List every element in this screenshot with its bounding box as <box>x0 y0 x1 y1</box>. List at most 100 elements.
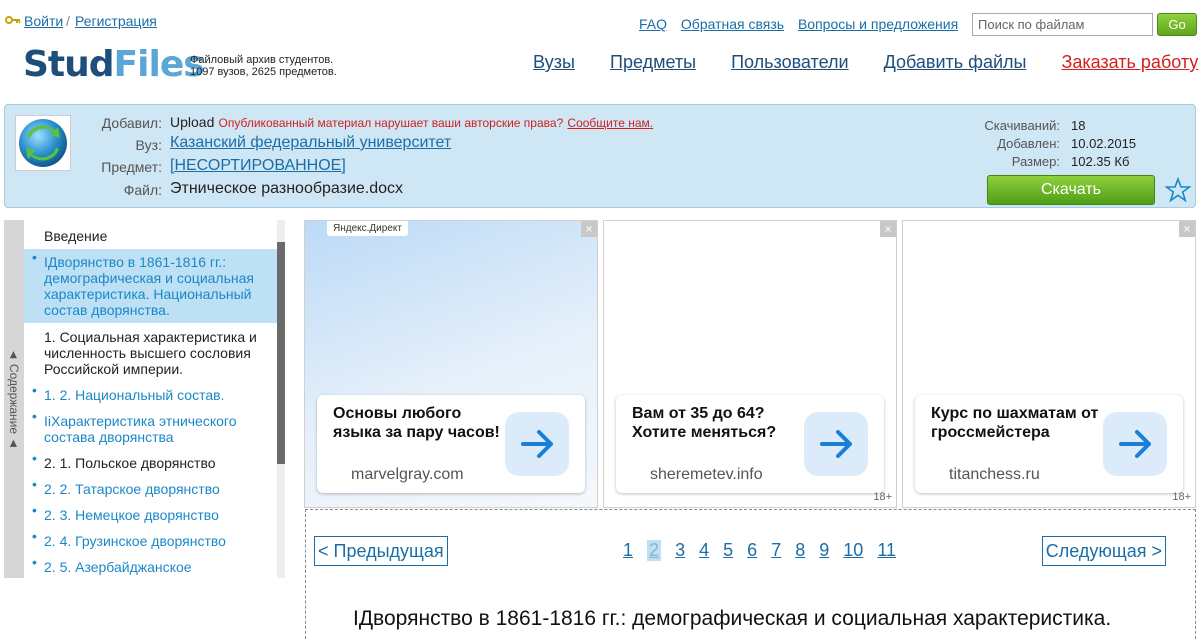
nav-add-files[interactable]: Добавить файлы <box>884 52 1027 72</box>
toc-item-label: 2. 2. Татарское дворянство <box>44 481 220 497</box>
ad-card[interactable]: Вам от 35 до 64? Хотите меняться? sherem… <box>616 395 884 493</box>
toc-bullet: • <box>32 408 37 424</box>
toc-item-label: 1. 2. Национальный состав. <box>44 387 225 403</box>
page-link[interactable]: 3 <box>675 540 685 561</box>
arrow-right-icon[interactable] <box>1103 412 1167 476</box>
main-nav: Вузы Предметы Пользователи Добавить файл… <box>533 52 1198 73</box>
copyright-report-link[interactable]: Сообщите нам. <box>567 116 653 130</box>
toc-scrollbar[interactable] <box>277 220 285 578</box>
toc-item-active[interactable]: • IДворянство в 1861-1816 гг.: демографич… <box>24 249 277 323</box>
page-link[interactable]: 1 <box>623 540 633 561</box>
close-icon[interactable]: × <box>581 221 597 237</box>
file-info-panel: Добавил: Upload Опубликованный материал … <box>4 104 1196 208</box>
toc-tab-label: ◄ Содержание ◄ <box>7 348 21 450</box>
age-rating-badge: 18+ <box>873 491 892 503</box>
toc-item[interactable]: • 2. 5. Азербайджанское <box>24 554 277 578</box>
ad-card[interactable]: Основы любого языка за пару часов! marve… <box>317 395 585 493</box>
ad-block[interactable]: Яндекс.Директ × Основы любого языка за п… <box>304 220 598 508</box>
page-link[interactable]: 7 <box>771 540 781 561</box>
tagline-line-2: 1097 вузов, 2625 предметов. <box>190 66 337 78</box>
file-name: Этническое разнообразие.docx <box>170 180 404 197</box>
tagline-line-1: Файловый архив студентов. <box>190 54 334 66</box>
toc-bullet: • <box>32 528 37 544</box>
page-link[interactable]: 4 <box>699 540 709 561</box>
page-link[interactable]: 6 <box>747 540 757 561</box>
ad-title: Курс по шахматам от гроссмейстера <box>931 405 1099 441</box>
logo-part-stud: Stud <box>23 44 115 85</box>
toc-item[interactable]: • 2. 3. Немецкое дворянство <box>24 502 277 528</box>
ad-domain: marvelgray.com <box>351 466 464 483</box>
toc-bullet: • <box>32 450 37 466</box>
pagination: 1 2 3 4 5 6 7 8 9 10 11 <box>623 540 905 561</box>
toc-item[interactable]: • 1. 2. Национальный состав. <box>24 382 277 408</box>
ad-title: Основы любого языка за пару часов! <box>333 405 500 441</box>
toc-bullet: • <box>32 476 37 492</box>
toc-item[interactable]: • 2. 2. Татарское дворянство <box>24 476 277 502</box>
table-of-contents: Введение • IДворянство в 1861-1816 гг.: д… <box>24 220 277 578</box>
toc-item-label: 2. 5. Азербайджанское <box>44 559 192 575</box>
ad-source-label: Яндекс.Директ <box>327 221 408 236</box>
nav-users[interactable]: Пользователи <box>731 52 848 72</box>
search-go-button[interactable]: Go <box>1157 13 1197 36</box>
downloads-count: 18 <box>1071 118 1086 133</box>
star-icon[interactable] <box>1165 177 1191 203</box>
uploader-row: Upload Опубликованный материал нарушает … <box>170 114 653 131</box>
toc-item-label: 2. 1. Польское дворянство <box>44 455 216 471</box>
prev-page-button[interactable]: < Предыдущая <box>314 536 448 566</box>
search-input[interactable] <box>972 13 1153 36</box>
file-size: 102.35 Кб <box>1071 154 1130 169</box>
nav-order-work[interactable]: Заказать работу <box>1061 52 1198 72</box>
toc-item-label: Введение <box>44 228 108 244</box>
toc-item-label: 2. 3. Немецкое дворянство <box>44 507 219 523</box>
close-icon[interactable]: × <box>1179 221 1195 237</box>
top-bar: Войти / Регистрация FAQ Обратная связь В… <box>0 0 1200 44</box>
page-link[interactable]: 5 <box>723 540 733 561</box>
toc-item[interactable]: 1. Социальная характеристика и численнос… <box>24 323 277 382</box>
download-button[interactable]: Скачать <box>987 175 1155 205</box>
top-links: FAQ Обратная связь Вопросы и предложения <box>639 16 968 32</box>
document-heading: IДворянство в 1861-1816 гг.: демографиче… <box>353 607 1112 630</box>
next-page-button[interactable]: Следующая > <box>1041 536 1166 566</box>
size-label: Размер: <box>1011 154 1060 169</box>
added-date-label: Добавлен: <box>997 136 1060 151</box>
faq-link[interactable]: FAQ <box>639 16 667 32</box>
page-link[interactable]: 10 <box>843 540 863 561</box>
site-logo[interactable]: StudFiles <box>23 44 205 85</box>
toc-item[interactable]: • 2. 1. Польское дворянство <box>24 450 277 476</box>
page-link[interactable]: 8 <box>795 540 805 561</box>
site-tagline: Файловый архив студентов. 1097 вузов, 26… <box>190 54 390 78</box>
ad-domain: sheremetev.info <box>650 466 763 483</box>
arrow-right-icon[interactable] <box>804 412 868 476</box>
nav-universities[interactable]: Вузы <box>533 52 575 72</box>
feedback-link[interactable]: Обратная связь <box>681 16 784 32</box>
ad-block[interactable]: × Вам от 35 до 64? Хотите меняться? sher… <box>603 220 897 508</box>
file-label: Файл: <box>123 182 162 198</box>
toc-item-intro[interactable]: Введение <box>24 220 277 249</box>
login-link[interactable]: Войти <box>24 13 63 29</box>
register-link[interactable]: Регистрация <box>75 13 157 29</box>
ad-card[interactable]: Курс по шахматам от гроссмейстера titanc… <box>915 395 1183 493</box>
file-type-icon <box>15 115 71 171</box>
ad-block[interactable]: × Курс по шахматам от гроссмейстера tita… <box>902 220 1196 508</box>
nav-subjects[interactable]: Предметы <box>610 52 696 72</box>
subject-label: Предмет: <box>101 159 162 175</box>
toc-scrollbar-thumb[interactable] <box>277 242 285 464</box>
close-icon[interactable]: × <box>880 221 896 237</box>
toc-bullet: • <box>32 554 37 570</box>
toc-item[interactable]: • IiХарактеристика этнического состава дв… <box>24 408 277 450</box>
questions-link[interactable]: Вопросы и предложения <box>798 16 958 32</box>
university-link[interactable]: Казанский федеральный университет <box>170 134 451 151</box>
uploader-name: Upload <box>170 114 215 130</box>
toc-item-label: 2. 4. Грузинское дворянство <box>44 533 226 549</box>
subject-link[interactable]: [НЕСОРТИРОВАННОЕ] <box>170 157 346 174</box>
copyright-claim-text: Опубликованный материал нарушает ваши ав… <box>218 116 564 130</box>
university-label: Вуз: <box>135 137 163 153</box>
arrow-right-icon[interactable] <box>505 412 569 476</box>
toc-bullet: • <box>32 502 37 518</box>
page-link-current: 2 <box>647 540 662 561</box>
page-link[interactable]: 11 <box>877 540 896 561</box>
toc-item[interactable]: • 2. 4. Грузинское дворянство <box>24 528 277 554</box>
page-link[interactable]: 9 <box>819 540 829 561</box>
toc-bullet: • <box>32 382 37 398</box>
document-viewer: < Предыдущая 1 2 3 4 5 6 7 8 9 10 11 Сле… <box>305 509 1196 639</box>
